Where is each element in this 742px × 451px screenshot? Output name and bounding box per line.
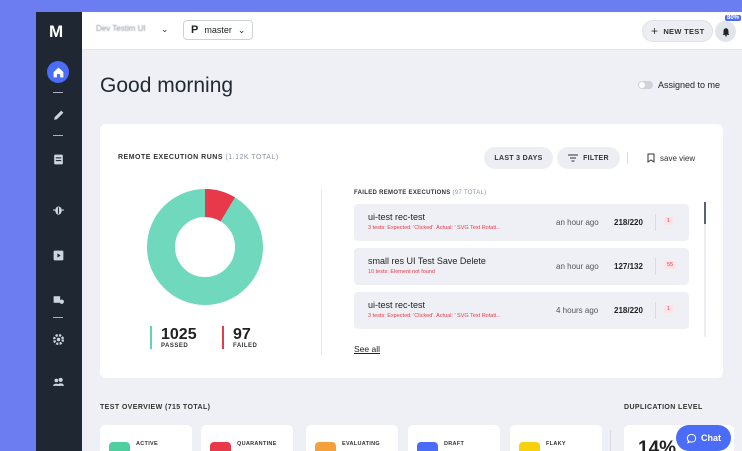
execution-error: 10 tests: Element not found [368,269,435,275]
evaluating-tests-card[interactable]: EVALUATING 18 [306,425,398,451]
draft-tests-card[interactable]: DRAFT 614 [408,425,500,451]
execution-ratio: 218/220 [614,218,643,227]
home-icon[interactable] [47,61,69,83]
filter-icon [568,154,579,162]
project-selector[interactable]: Dev Testim UI [96,24,146,33]
failed-count-badge: 55 [664,261,677,269]
assigned-to-me-toggle[interactable]: Assigned to me [638,80,720,90]
card-label: FLAKY [546,441,566,447]
active-tests-card[interactable]: ACTIVE 81 [100,425,192,451]
execution-error: 3 tests: Expected: 'Clicked'. Actual: ' … [368,313,501,319]
top-bar: Dev Testim UI ⌄ P master ⌄ + NEW TEST 80… [82,12,742,50]
remote-execution-total: (1.12K TOTAL) [225,154,279,161]
flaky-icon [519,442,540,451]
plus-icon: + [651,24,659,38]
last-3-days-button[interactable]: LAST 3 DAYS [484,147,553,169]
execution-name: ui-test rec-test [368,212,426,222]
test-overview-title: TEST OVERVIEW (715 TOTAL) [100,404,211,411]
runs-donut-chart [147,189,263,305]
failed-executions-total: (97 TOTAL) [452,190,487,196]
assigned-to-me-label: Assigned to me [658,80,721,90]
row-divider [655,214,656,231]
branch-icon: P [191,24,199,36]
app-logo[interactable]: M [49,22,63,42]
branch-name: master [204,25,232,35]
sidebar: M [36,12,82,451]
sidebar-divider [53,317,63,318]
team-icon[interactable] [47,370,69,392]
failed-execution-row[interactable]: ui-test rec-test 3 tests: Expected: 'Cli… [354,204,689,241]
failed-stat: 97 FAILED [222,326,257,349]
execution-ratio: 127/132 [614,262,643,271]
execution-time: an hour ago [556,262,599,271]
passed-stat: 1025 PASSED [150,326,197,349]
execution-error: 3 tests: Expected: 'Clicked'. Actual: ' … [368,225,501,231]
chat-label: Chat [701,433,721,443]
failed-execution-row[interactable]: ui-test rec-test 3 tests: Expected: 'Cli… [354,292,689,329]
overview-divider [610,430,611,451]
edit-icon[interactable] [47,104,69,126]
app-frame: M Dev Testim UI ⌄ P master ⌄ + NEW TEST … [36,12,742,451]
quarantine-tests-card[interactable]: QUARANTINE 2 [201,425,293,451]
failed-count: 97 [233,326,251,343]
settings-icon[interactable] [47,328,69,350]
filter-label: FILTER [583,154,609,162]
card-label: EVALUATING [342,441,380,447]
card-label: DRAFT [444,441,465,447]
quarantine-icon [210,442,231,451]
chevron-down-icon: ⌄ [237,24,246,35]
passed-count: 1025 [161,326,197,343]
execution-time: an hour ago [556,218,599,227]
failed-count-badge: 1 [664,217,674,225]
see-all-link[interactable]: See all [354,344,380,354]
filter-button[interactable]: FILTER [557,147,620,169]
row-divider [655,302,656,319]
new-test-button[interactable]: + NEW TEST [642,20,714,42]
column-divider [321,190,322,355]
failed-label: FAILED [233,343,258,349]
new-test-label: NEW TEST [663,26,705,36]
chat-icon [686,433,697,444]
passed-label: PASSED [161,343,189,349]
failed-executions-title-text: FAILED REMOTE EXECUTIONS [354,190,451,196]
remote-execution-card: REMOTE EXECUTION RUNS (1.12K TOTAL) LAST… [100,124,723,378]
results-icon[interactable] [47,288,69,310]
bug-icon[interactable] [47,198,69,220]
failed-execution-row[interactable]: small res UI Test Save Delete 10 tests: … [354,248,689,285]
sidebar-divider [53,135,63,136]
toggle-switch[interactable] [638,81,653,89]
save-view-button[interactable]: save view [647,153,695,163]
failed-count-badge: 1 [664,305,674,313]
duplication-value: 14% [638,438,677,451]
duplication-level-title: DUPLICATION LEVEL [624,404,703,411]
execution-name: small res UI Test Save Delete [368,256,486,266]
card-label: ACTIVE [136,441,158,447]
execution-ratio: 218/220 [614,306,643,315]
card-label: QUARANTINE [237,441,277,447]
chat-button[interactable]: Chat [676,425,731,451]
row-divider [655,258,656,275]
flaky-tests-card[interactable]: FLAKY 50 [510,425,602,451]
notification-badge: 80% [725,15,742,21]
list-icon[interactable] [47,148,69,170]
active-icon [109,442,130,451]
failed-executions-title: FAILED REMOTE EXECUTIONS (97 TOTAL) [354,190,487,196]
notifications-icon[interactable] [715,21,736,42]
bookmark-icon [647,153,655,163]
evaluating-icon [315,442,336,451]
remote-execution-title: REMOTE EXECUTION RUNS (1.12K TOTAL) [118,154,279,161]
execution-name: ui-test rec-test [368,300,426,310]
execution-time: 4 hours ago [556,306,599,315]
sidebar-divider [53,92,63,93]
chevron-down-icon[interactable]: ⌄ [161,24,169,35]
page-title: Good morning [100,74,234,97]
save-view-label: save view [660,153,696,163]
toolbar-divider [627,152,628,164]
remote-execution-title-text: REMOTE EXECUTION RUNS [118,154,224,161]
scrollbar-thumb[interactable] [704,202,706,224]
draft-icon [417,442,438,451]
branch-selector[interactable]: P master ⌄ [183,20,254,40]
play-icon[interactable] [47,244,69,266]
